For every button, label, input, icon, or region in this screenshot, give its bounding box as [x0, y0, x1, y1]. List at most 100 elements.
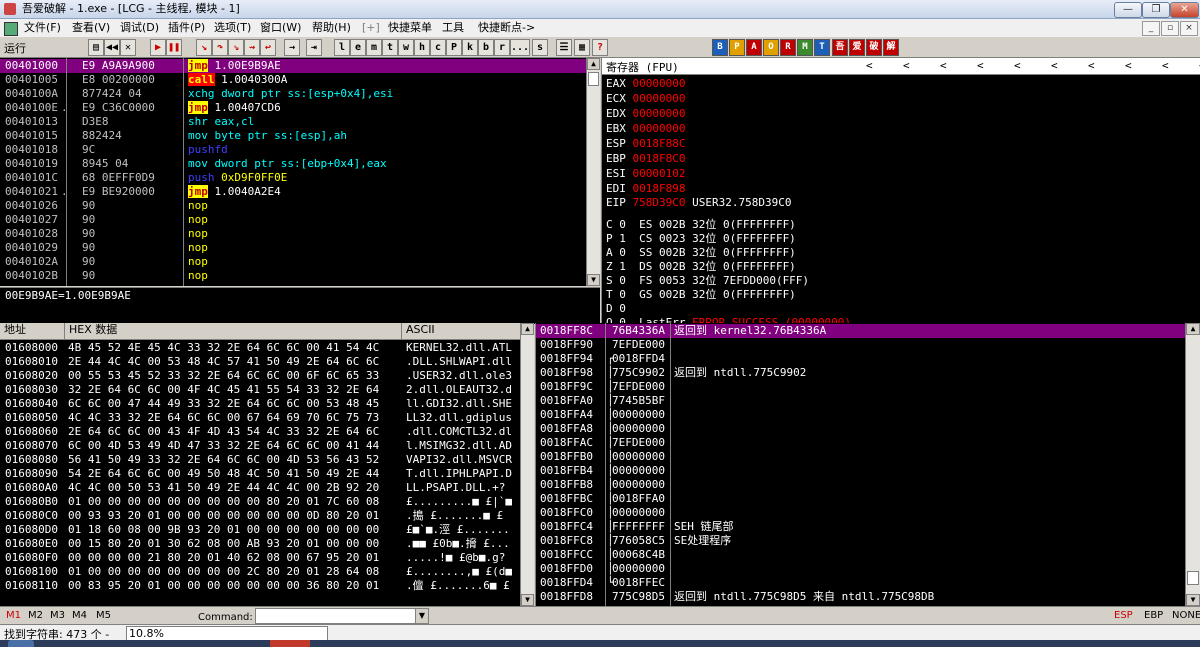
dump-col-address[interactable]: 地址 — [0, 323, 65, 340]
trace-into-icon[interactable]: ⇘ — [228, 39, 244, 56]
stack-row[interactable]: 0018FFCC │ 00068C4B — [536, 548, 1185, 562]
toolbar-m[interactable]: m — [366, 39, 382, 56]
maximize-button[interactable]: ❐ — [1142, 2, 1170, 18]
disasm-row[interactable]: 00401028 90 nop — [0, 227, 586, 241]
toolbar-t[interactable]: t — [382, 39, 398, 56]
dump-row[interactable]: 016080C0 00 93 93 20 01 00 00 00 00 00 00… — [0, 509, 518, 523]
toolbar-h[interactable]: h — [414, 39, 430, 56]
flag-row[interactable]: A 0 SS 002B 32位 0(FFFFFFFF) — [606, 246, 796, 260]
icon-a[interactable]: A — [746, 39, 762, 56]
tab-m4[interactable]: M4 — [72, 610, 87, 621]
dump-row[interactable]: 01608000 4B 45 52 4E 45 4C 33 32 2E 64 6C… — [0, 341, 518, 355]
register-row[interactable]: EBX 00000000 — [606, 122, 685, 136]
disasm-row[interactable]: 00401019 8945 04 mov dword ptr ss:[ebp+0x… — [0, 157, 586, 171]
stack-row[interactable]: 0018FFBC │ 0018FFA0 — [536, 492, 1185, 506]
menu-help[interactable]: 帮助(H) — [312, 21, 351, 35]
disasm-scrollbar[interactable]: ▲ ▼ — [586, 58, 600, 286]
dump-row[interactable]: 01608070 6C 00 4D 53 49 4D 47 33 32 2E 64… — [0, 439, 518, 453]
stack-row[interactable]: 0018FFD0 │ 00000000 — [536, 562, 1185, 576]
icon-b[interactable]: B — [712, 39, 728, 56]
dump-row[interactable]: 01608010 2E 44 4C 4C 00 53 48 4C 57 41 50… — [0, 355, 518, 369]
scroll-down-icon[interactable]: ▼ — [587, 274, 600, 286]
flag-row[interactable]: Z 1 DS 002B 32位 0(FFFFFFFF) — [606, 260, 796, 274]
menu-window[interactable]: 窗口(W) — [260, 21, 301, 35]
toolbar-e[interactable]: e — [350, 39, 366, 56]
dump-row[interactable]: 01608100 01 00 00 00 00 00 00 00 00 2C 80… — [0, 565, 518, 579]
disasm-row[interactable]: 00401018 9C pushfd — [0, 143, 586, 157]
icon-ai[interactable]: 爱 — [849, 39, 865, 56]
disasm-row[interactable]: 0040102B 90 nop — [0, 269, 586, 283]
menu-quick-breakpoints[interactable]: 快捷断点-> — [478, 21, 535, 35]
stack-row[interactable]: 0018FFA4 │ 00000000 — [536, 408, 1185, 422]
dump-pane[interactable]: 地址 HEX 数据 ASCII 01608000 4B 45 52 4E 45 4… — [0, 323, 534, 606]
execute-till-return-icon[interactable]: ↩ — [260, 39, 276, 56]
icon-p[interactable]: P — [729, 39, 745, 56]
icon-m[interactable]: M — [797, 39, 813, 56]
dump-col-ascii[interactable]: ASCII — [402, 323, 523, 340]
reg-nav-left-icon[interactable]: < — [940, 59, 947, 72]
stack-row[interactable]: 0018FFB8 │ 00000000 — [536, 478, 1185, 492]
dump-row[interactable]: 01608080 56 41 50 49 33 32 2E 64 6C 6C 00… — [0, 453, 518, 467]
icon-po[interactable]: 破 — [866, 39, 882, 56]
flag-row[interactable]: P 1 CS 0023 32位 0(FFFFFFFF) — [606, 232, 796, 246]
dump-row[interactable]: 01608050 4C 4C 33 32 2E 64 6C 6C 00 67 64… — [0, 411, 518, 425]
stack-row[interactable]: 0018FFAC │ 7EFDE000 — [536, 436, 1185, 450]
tab-m1[interactable]: M1 — [6, 610, 21, 621]
reg-nav-left-icon[interactable]: < — [977, 59, 984, 72]
toolbar-p[interactable]: P — [446, 39, 462, 56]
toolbar-s[interactable]: s — [532, 39, 548, 56]
scroll-down-icon[interactable]: ▼ — [1186, 594, 1200, 606]
stack-row[interactable]: 0018FFC0 │ 00000000 — [536, 506, 1185, 520]
register-value[interactable]: 00000102 — [633, 167, 686, 180]
tab-m3[interactable]: M3 — [50, 610, 65, 621]
reg-nav-left-icon[interactable]: < — [1162, 59, 1169, 72]
menu-tools[interactable]: 工具 — [442, 21, 464, 35]
task-item[interactable] — [270, 640, 310, 647]
register-row[interactable]: EAX 00000000 — [606, 77, 685, 91]
register-value[interactable]: 00000000 — [633, 77, 686, 90]
dump-row[interactable]: 016080D0 01 18 60 08 00 9B 93 20 01 00 00… — [0, 523, 518, 537]
icon-o[interactable]: O — [763, 39, 779, 56]
dump-row[interactable]: 016080A0 4C 4C 00 50 53 41 50 49 2E 44 4C… — [0, 481, 518, 495]
follow-esp[interactable]: ESP — [1114, 610, 1133, 621]
pause-icon[interactable]: ❚❚ — [166, 39, 182, 56]
stack-row[interactable]: 0018FFA0 │ 7745B5BF — [536, 394, 1185, 408]
register-row[interactable]: EBP 0018F8C0 — [606, 152, 685, 166]
disasm-row[interactable]: 00401015 882424 mov byte ptr ss:[esp],ah — [0, 129, 586, 143]
register-row[interactable]: ESI 00000102 — [606, 167, 685, 181]
mdi-restore-icon[interactable]: ▫ — [1161, 21, 1179, 36]
disasm-row[interactable]: 00401026 90 nop — [0, 199, 586, 213]
goto-address-icon[interactable]: ⇥ — [306, 39, 322, 56]
tab-m5[interactable]: M5 — [96, 610, 111, 621]
menu-file[interactable]: 文件(F) — [24, 21, 61, 35]
register-value[interactable]: 0018F88C — [633, 137, 686, 150]
stack-row[interactable]: 0018FF98 │ 775C9902 返回到 ntdll.775C9902 — [536, 366, 1185, 380]
scroll-up-icon[interactable]: ▲ — [1186, 323, 1200, 335]
disasm-row[interactable]: 0040100A 877424 04 xchg dword ptr ss:[esp… — [0, 87, 586, 101]
menu-plugins[interactable]: 插件(P) — [168, 21, 205, 35]
menu-view[interactable]: 查看(V) — [72, 21, 110, 35]
toolbar-more[interactable]: ... — [510, 39, 530, 56]
mdi-close-icon[interactable]: × — [1180, 21, 1198, 36]
register-row[interactable]: EDI 0018F898 — [606, 182, 685, 196]
dump-col-hex[interactable]: HEX 数据 — [65, 323, 402, 340]
step-over-icon[interactable]: ↷ — [212, 39, 228, 56]
disasm-row[interactable]: 00401029 90 nop — [0, 241, 586, 255]
register-row-eip[interactable]: EIP 758D39C0 USER32.758D39C0 — [606, 196, 791, 210]
scroll-up-icon[interactable]: ▲ — [587, 58, 600, 70]
stack-row[interactable]: 0018FF9C │ 7EFDE000 — [536, 380, 1185, 394]
register-row[interactable]: ESP 0018F88C — [606, 137, 685, 151]
step-into-icon[interactable]: ↘ — [196, 39, 212, 56]
flag-row[interactable]: C 0 ES 002B 32位 0(FFFFFFFF) — [606, 218, 796, 232]
dump-row[interactable]: 01608110 00 83 95 20 01 00 00 00 00 00 00… — [0, 579, 518, 593]
toolbar-c[interactable]: c — [430, 39, 446, 56]
stack-row[interactable]: 0018FFB4 │ 00000000 — [536, 464, 1185, 478]
goto-icon[interactable]: → — [284, 39, 300, 56]
flag-row[interactable]: S 0 FS 0053 32位 7EFDD000(FFF) — [606, 274, 809, 288]
dump-row[interactable]: 01608030 32 2E 64 6C 6C 00 4F 4C 45 41 55… — [0, 383, 518, 397]
icon-jie[interactable]: 解 — [883, 39, 899, 56]
disassembly-pane[interactable]: 00401000 E9 A9A9A900 jmp 1.00E9B9AE 004010… — [0, 58, 600, 286]
trace-over-icon[interactable]: ⇝ — [244, 39, 260, 56]
help-icon[interactable]: ? — [592, 39, 608, 56]
toolbar-b[interactable]: b — [478, 39, 494, 56]
